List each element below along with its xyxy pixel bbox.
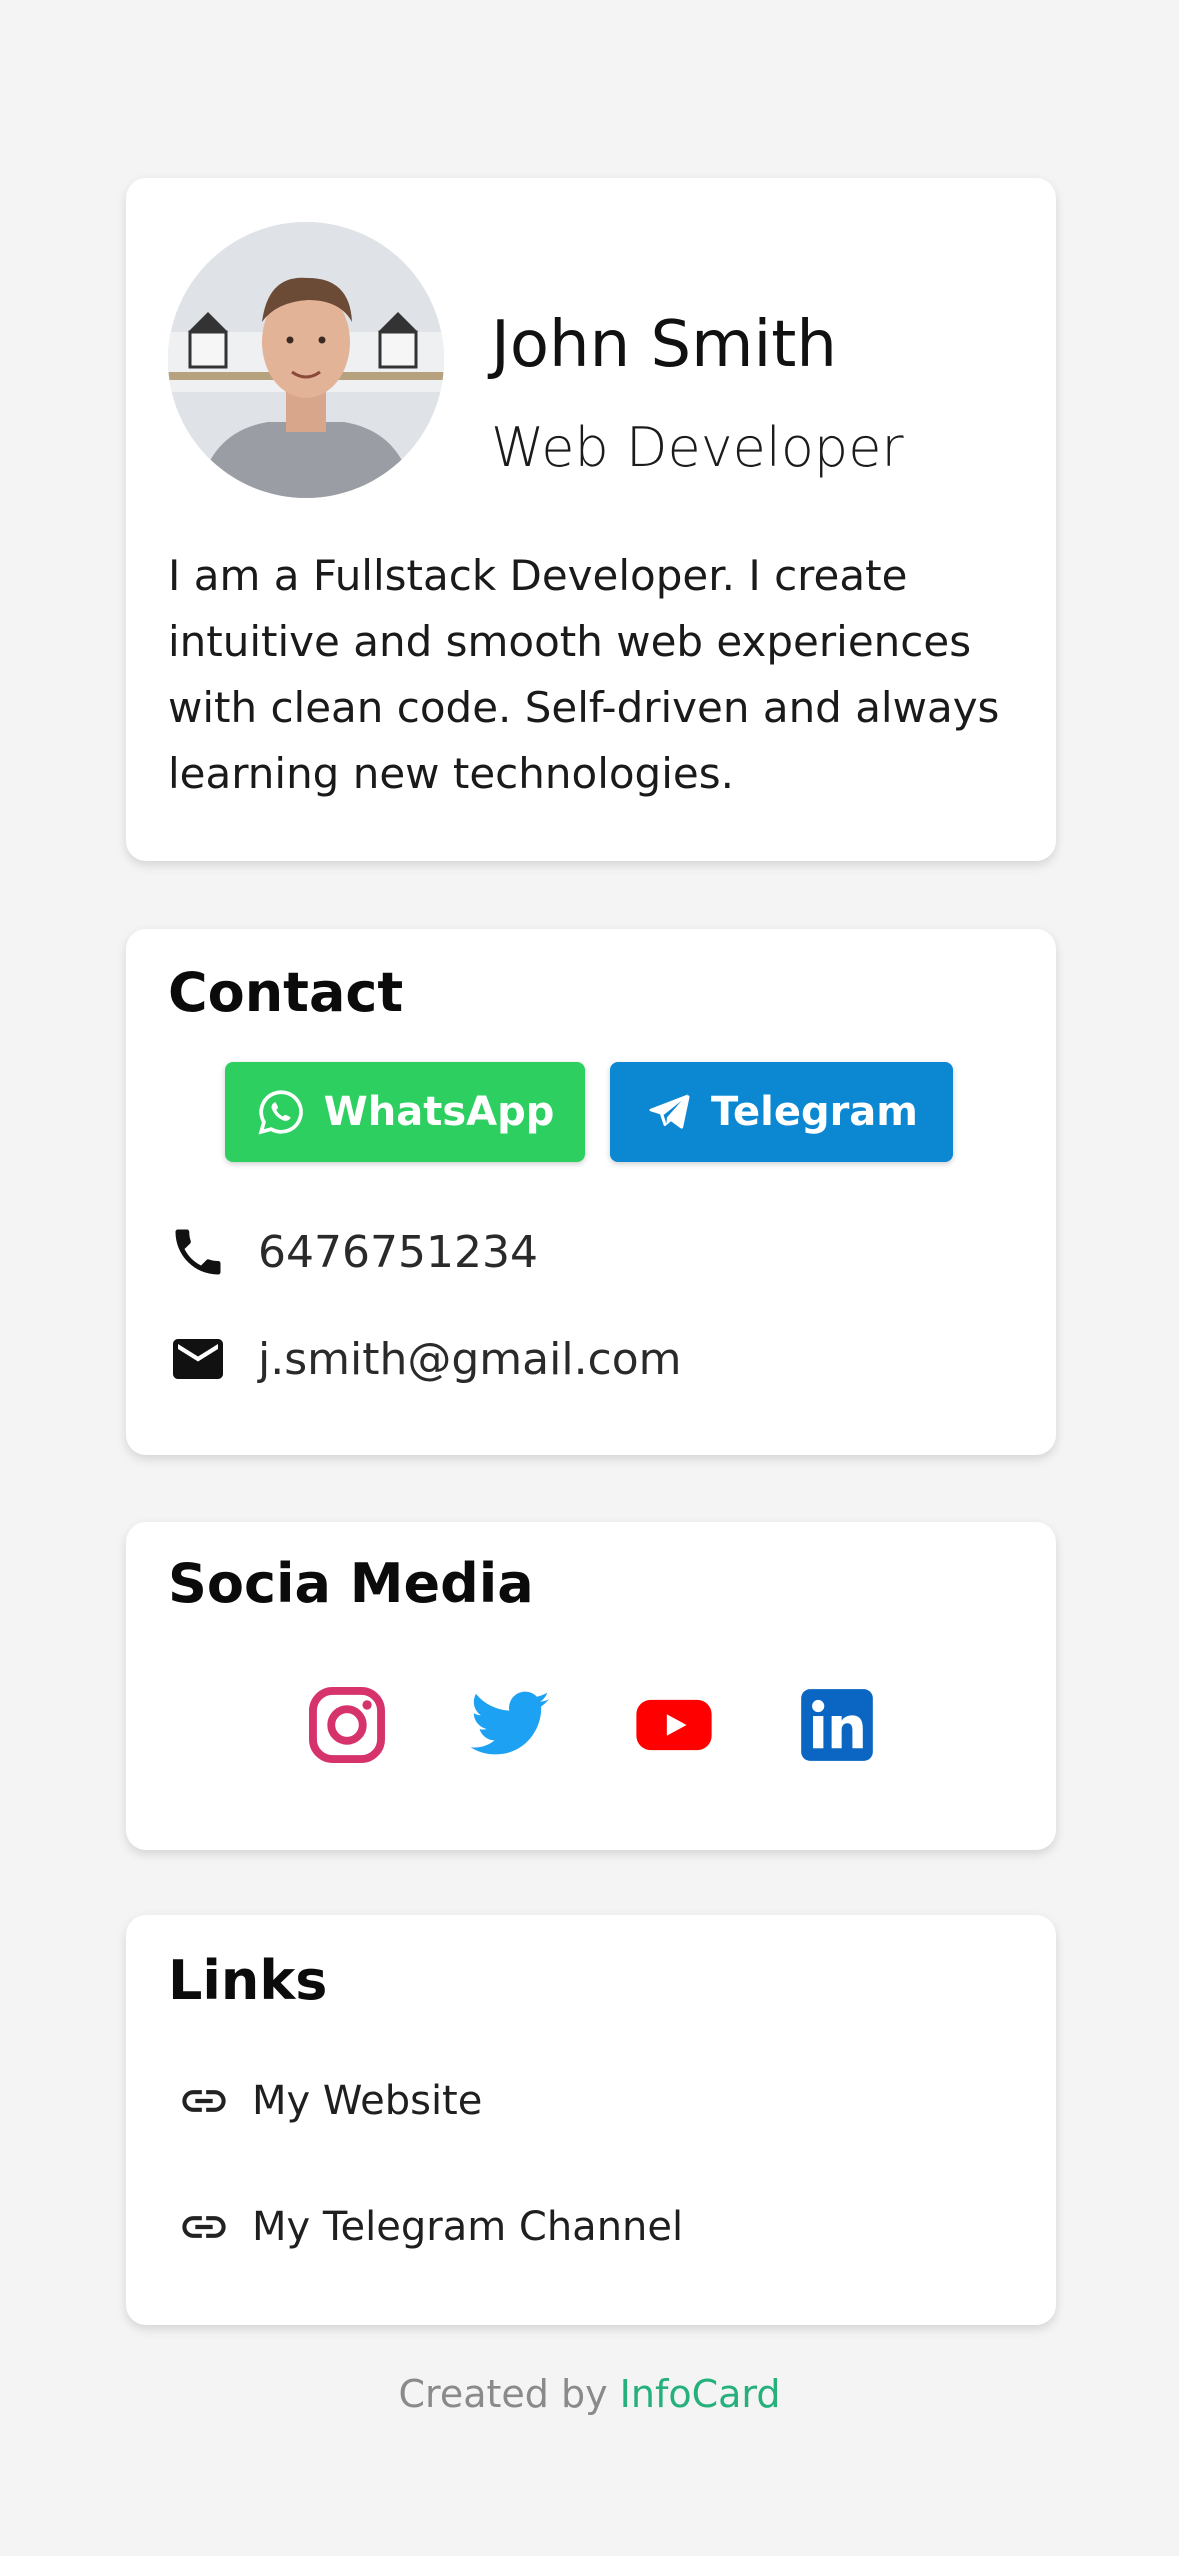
profile-role: Web Developer bbox=[491, 416, 904, 479]
phone-row[interactable]: 6476751234 bbox=[168, 1222, 538, 1282]
link-icon bbox=[182, 2090, 226, 2112]
social-title: Socia Media bbox=[168, 1552, 534, 1615]
email-address: j.smith@gmail.com bbox=[258, 1333, 682, 1385]
link-icon bbox=[182, 2216, 226, 2238]
phone-icon bbox=[175, 1229, 221, 1275]
twitter-icon[interactable] bbox=[467, 1682, 553, 1768]
link-label: My Telegram Channel bbox=[252, 2204, 684, 2250]
link-my-telegram-channel[interactable]: My Telegram Channel bbox=[178, 2201, 683, 2253]
profile-card: John Smith Web Developer I am a Fullstac… bbox=[126, 178, 1056, 861]
avatar bbox=[168, 222, 444, 498]
telegram-icon bbox=[649, 1094, 690, 1129]
telegram-button[interactable]: Telegram bbox=[610, 1062, 953, 1162]
youtube-icon[interactable] bbox=[631, 1682, 717, 1768]
email-row[interactable]: j.smith@gmail.com bbox=[168, 1329, 682, 1389]
page: John Smith Web Developer I am a Fullstac… bbox=[0, 0, 1179, 2556]
phone-number: 6476751234 bbox=[258, 1226, 538, 1278]
links-card: Links My Website My Telegram Channel bbox=[126, 1915, 1056, 2325]
footer-prefix: Created by bbox=[398, 2372, 608, 2416]
link-label: My Website bbox=[252, 2078, 483, 2124]
social-icons-row bbox=[304, 1682, 900, 1768]
contact-card: Contact WhatsApp Telegram 6476751234 j.s… bbox=[126, 929, 1056, 1455]
link-my-website[interactable]: My Website bbox=[178, 2075, 482, 2127]
instagram-icon[interactable] bbox=[304, 1682, 390, 1768]
avatar-photo bbox=[168, 222, 444, 498]
social-media-card: Socia Media bbox=[126, 1522, 1056, 1850]
profile-name: John Smith bbox=[491, 308, 837, 382]
whatsapp-button[interactable]: WhatsApp bbox=[225, 1062, 585, 1162]
profile-bio: I am a Fullstack Developer. I create int… bbox=[168, 551, 1000, 798]
telegram-label: Telegram bbox=[711, 1089, 918, 1135]
mail-icon bbox=[173, 1339, 223, 1379]
footer-brand-link[interactable]: InfoCard bbox=[620, 2372, 781, 2416]
linkedin-icon[interactable] bbox=[794, 1682, 880, 1768]
whatsapp-label: WhatsApp bbox=[323, 1089, 555, 1135]
contact-title: Contact bbox=[168, 961, 404, 1024]
whatsapp-icon bbox=[258, 1090, 303, 1135]
footer: Created by InfoCard bbox=[0, 2372, 1179, 2416]
links-title: Links bbox=[168, 1949, 328, 2012]
